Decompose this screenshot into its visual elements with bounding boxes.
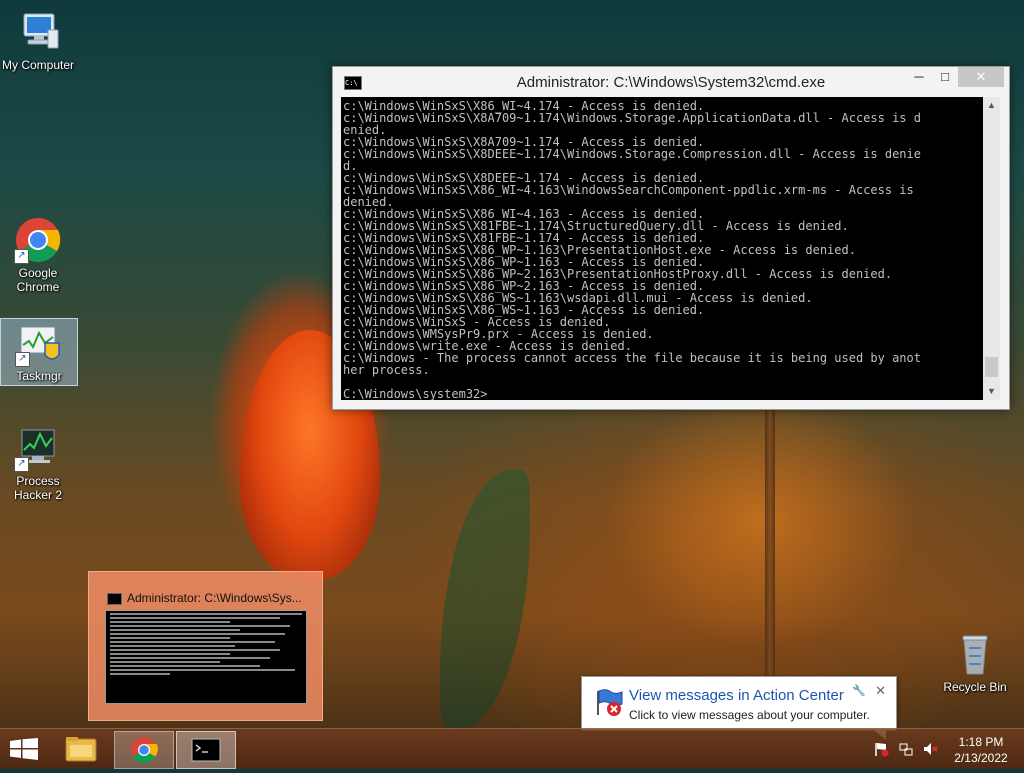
windows-logo-icon [10,738,38,760]
action-center-flag-icon [594,687,624,717]
action-center-tray-icon[interactable] [873,741,889,757]
taskbar-chrome[interactable] [114,731,174,769]
taskbar-file-explorer[interactable] [52,731,110,767]
minimize-button[interactable]: ─ [906,67,932,87]
clock-time: 1:18 PM [958,735,1004,749]
chrome-icon [131,737,158,764]
task-manager-icon: ↗ [15,319,63,367]
desktop-icon-label: Taskmgr [16,369,62,383]
preview-title: Administrator: C:\Windows\Sys... [127,591,302,605]
shortcut-arrow-icon: ↗ [15,352,30,367]
desktop-icon-taskmgr[interactable]: ↗ Taskmgr [0,318,78,386]
desktop-icon-label: Process Hacker 2 [13,474,63,502]
volume-muted-icon[interactable] [922,741,938,757]
console-output[interactable]: c:\Windows\WinSxS\X86_WI~4.174 - Access … [341,97,983,400]
desktop-icon-process-hacker[interactable]: ↗ Process Hacker 2 [0,424,76,502]
taskbar-thumbnail-preview[interactable]: Administrator: C:\Windows\Sys... [88,571,323,721]
action-center-notification[interactable]: View messages in Action Center Click to … [581,676,897,740]
preview-title-row: Administrator: C:\Windows\Sys... [107,591,302,605]
shortcut-arrow-icon: ↗ [14,457,29,472]
preview-thumbnail [105,610,307,704]
desktop-icon-label: Recycle Bin [943,680,1007,694]
desktop-icon-recycle-bin[interactable]: Recycle Bin [937,630,1013,694]
taskbar-cmd[interactable] [176,731,236,769]
computer-icon [14,8,62,56]
cmd-window[interactable]: C:\ Administrator: C:\Windows\System32\c… [332,66,1010,410]
desktop-icon-my-computer[interactable]: My Computer [0,8,76,72]
clock-date: 2/13/2022 [954,751,1008,765]
options-icon[interactable]: 🔧 [852,684,866,697]
process-hacker-icon: ↗ [14,424,62,472]
scroll-up-icon[interactable]: ▲ [983,97,1000,114]
desktop-icon-label: My Computer [1,58,75,72]
vertical-scrollbar[interactable]: ▲ ▼ [983,97,1000,400]
console-icon [107,593,122,605]
maximize-button[interactable]: □ [932,67,958,87]
desktop-icon-label: Google Chrome [16,266,60,294]
scroll-down-icon[interactable]: ▼ [983,383,1000,400]
scroll-thumb[interactable] [985,357,998,377]
close-icon[interactable]: ✕ [875,683,886,699]
desktop-icon-google-chrome[interactable]: ↗ Google Chrome [0,216,76,294]
chrome-icon: ↗ [14,216,62,264]
taskbar-clock[interactable]: 1:18 PM 2/13/2022 [944,734,1018,766]
wallpaper-leaf [440,470,530,730]
start-button[interactable] [10,738,38,760]
notification-title[interactable]: View messages in Action Center [629,687,844,704]
console-text: c:\Windows\WinSxS\X86_WI~4.174 - Access … [343,99,921,400]
network-icon[interactable] [898,741,914,757]
close-button[interactable]: ✕ [958,67,1004,87]
window-titlebar[interactable]: C:\ Administrator: C:\Windows\System32\c… [333,67,1009,97]
recycle-bin-icon [951,630,999,678]
notification-text: Click to view messages about your comput… [629,708,870,722]
taskbar: 1:18 PM 2/13/2022 [0,728,1024,769]
console-icon [191,738,221,762]
shortcut-arrow-icon: ↗ [14,249,29,264]
folder-icon [65,737,97,762]
